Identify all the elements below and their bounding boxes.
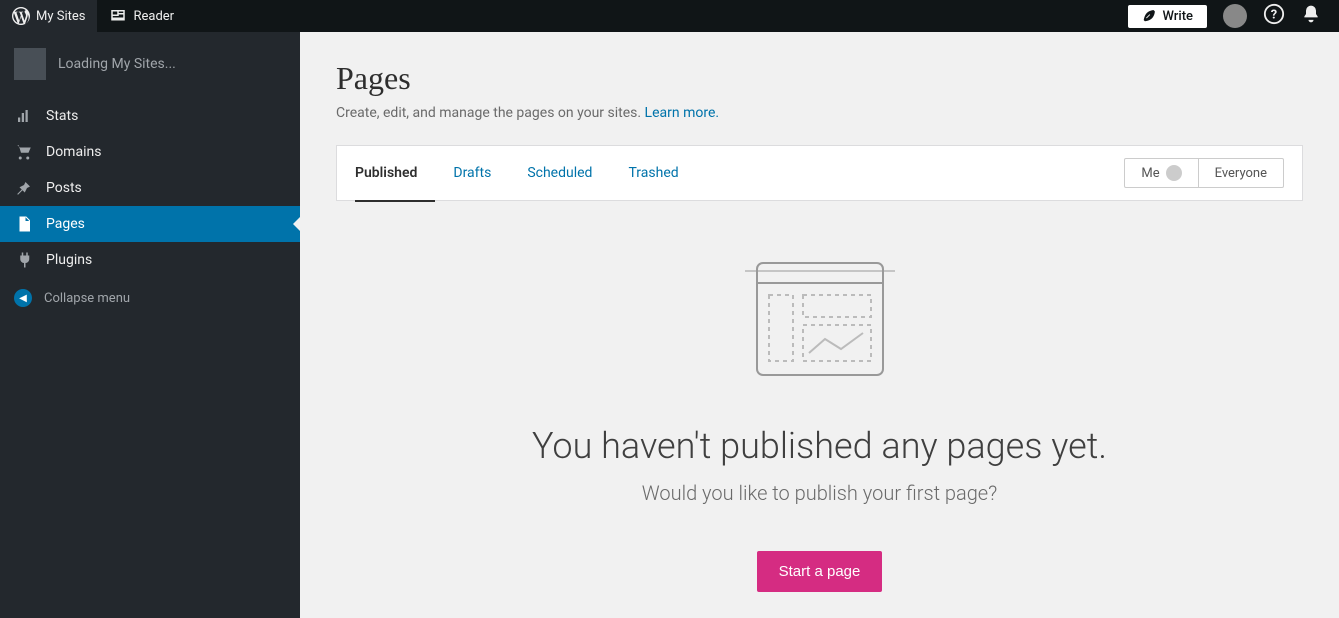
tab-scheduled[interactable]: Scheduled <box>509 145 610 201</box>
learn-more-link[interactable]: Learn more. <box>645 105 720 121</box>
nav-reader-label: Reader <box>133 9 174 24</box>
sidebar-item-label: Stats <box>46 108 78 124</box>
tab-trashed[interactable]: Trashed <box>610 145 696 201</box>
wordpress-logo-icon <box>12 7 30 25</box>
collapse-label: Collapse menu <box>44 291 130 306</box>
tab-published[interactable]: Published <box>355 145 435 201</box>
empty-subheading: Would you like to publish your first pag… <box>336 481 1303 505</box>
collapse-menu[interactable]: ◀ Collapse menu <box>0 280 300 316</box>
author-filter: Me Everyone <box>1124 158 1284 188</box>
topbar: My Sites Reader Write ? <box>0 0 1339 32</box>
main-content: Pages Create, edit, and manage the pages… <box>300 32 1339 618</box>
sidebar-item-domains[interactable]: Domains <box>0 134 300 170</box>
write-button-label: Write <box>1162 9 1193 24</box>
svg-text:?: ? <box>1271 8 1277 23</box>
author-filter-me[interactable]: Me <box>1125 159 1197 187</box>
sidebar-item-label: Posts <box>46 180 82 196</box>
page-title: Pages <box>336 60 1303 97</box>
sidebar-item-pages[interactable]: Pages <box>0 206 300 242</box>
avatar-icon[interactable] <box>1223 4 1247 28</box>
empty-state: You haven't published any pages yet. Wou… <box>336 201 1303 592</box>
stats-icon <box>14 107 34 125</box>
nav-my-sites-label: My Sites <box>36 9 85 24</box>
sidebar-item-plugins[interactable]: Plugins <box>0 242 300 278</box>
collapse-arrow-icon: ◀ <box>14 289 32 307</box>
site-thumbnail <box>14 48 46 80</box>
help-icon[interactable]: ? <box>1263 3 1285 29</box>
site-loading-text: Loading My Sites... <box>58 56 176 72</box>
tab-bar: Published Drafts Scheduled Trashed Me Ev… <box>336 145 1303 201</box>
page-icon <box>14 215 34 233</box>
author-filter-everyone[interactable]: Everyone <box>1198 159 1283 187</box>
page-description: Create, edit, and manage the pages on yo… <box>336 105 1303 121</box>
nav-reader[interactable]: Reader <box>97 0 186 32</box>
mini-avatar-icon <box>1166 165 1182 181</box>
tab-drafts[interactable]: Drafts <box>435 145 509 201</box>
sidebar-menu: Stats Domains Posts Pages <box>0 98 300 278</box>
pin-icon <box>14 179 34 197</box>
sidebar-item-label: Pages <box>46 216 85 232</box>
cart-icon <box>14 143 34 161</box>
feather-icon <box>1142 9 1156 23</box>
site-card[interactable]: Loading My Sites... <box>0 32 300 94</box>
sidebar: Loading My Sites... Stats Domains Posts <box>0 32 300 618</box>
topbar-right: Write ? <box>1128 3 1339 29</box>
plug-icon <box>14 251 34 269</box>
bell-icon[interactable] <box>1301 4 1321 28</box>
sidebar-item-label: Domains <box>46 144 101 160</box>
reader-icon <box>109 7 127 25</box>
nav-my-sites[interactable]: My Sites <box>0 0 97 32</box>
empty-heading: You haven't published any pages yet. <box>336 425 1303 467</box>
write-button[interactable]: Write <box>1128 5 1207 28</box>
sidebar-item-stats[interactable]: Stats <box>0 98 300 134</box>
start-page-button[interactable]: Start a page <box>757 551 883 592</box>
empty-page-illustration-icon <box>745 261 895 385</box>
sidebar-item-posts[interactable]: Posts <box>0 170 300 206</box>
sidebar-item-label: Plugins <box>46 252 92 268</box>
